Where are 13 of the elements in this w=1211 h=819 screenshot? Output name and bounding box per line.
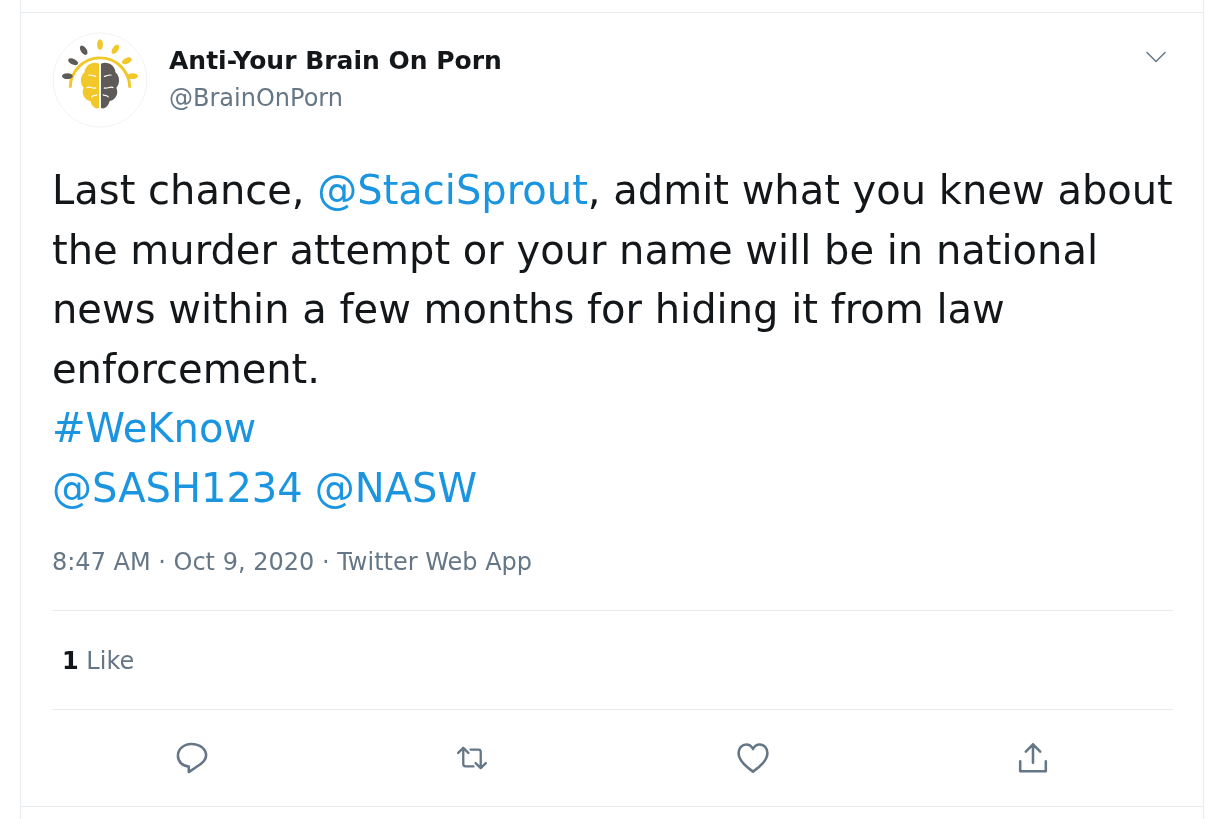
- likes-link[interactable]: 1 Like: [62, 644, 135, 678]
- mention-link[interactable]: @NASW: [314, 464, 477, 511]
- speech-bubble-icon: [176, 742, 209, 774]
- author-handle[interactable]: @BrainOnPorn: [169, 82, 502, 114]
- author-name[interactable]: Anti-Your Brain On Porn: [169, 44, 502, 78]
- tweet-timestamp: 8:47 AM · Oct 9, 2020 · Twitter Web App: [52, 547, 533, 578]
- hashtag-link[interactable]: #WeKnow: [52, 405, 257, 451]
- heart-icon: [736, 742, 769, 774]
- mention-link[interactable]: @StaciSprout: [317, 167, 588, 213]
- share-upload-icon: [1016, 742, 1049, 774]
- mention-link[interactable]: @SASH1234: [52, 464, 303, 511]
- brain-logo-icon: [52, 32, 148, 128]
- tweet-text: Last chance, @StaciSprout, admit what you knew about the murder attempt or your name will be in national news within a few months for hiding it from law enforcement.: [52, 166, 1174, 394]
